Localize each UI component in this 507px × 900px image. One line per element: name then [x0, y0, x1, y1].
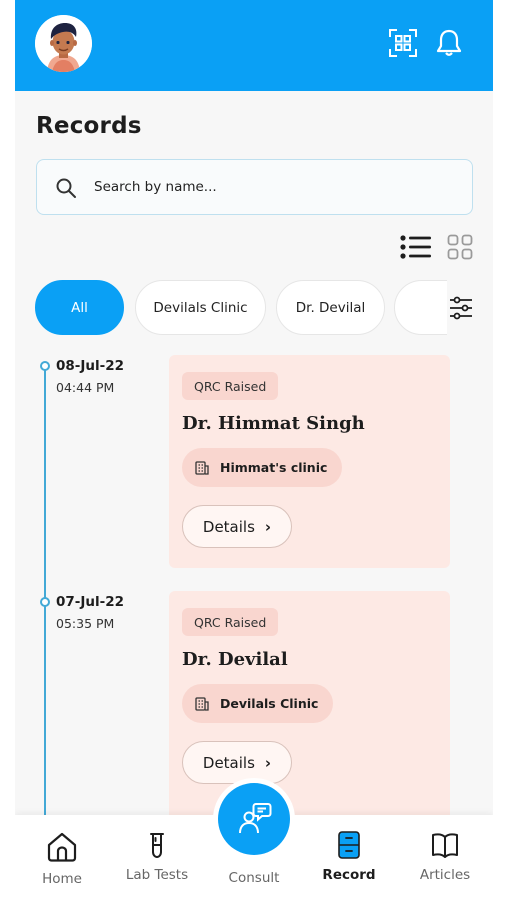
clinic-name: Himmat's clinic: [220, 460, 328, 475]
record-date: 07-Jul-22: [56, 594, 125, 610]
details-button[interactable]: Details ›: [182, 505, 292, 548]
chip-all[interactable]: All: [35, 280, 124, 335]
user-avatar[interactable]: [35, 15, 92, 72]
record-time: 04:44 PM: [56, 380, 115, 395]
avatar-illustration: [35, 15, 92, 72]
page-title: Records: [36, 113, 142, 139]
home-icon: [47, 832, 77, 862]
search-box[interactable]: [36, 159, 473, 215]
nav-articles-label: Articles: [419, 867, 471, 883]
nav-home-label: Home: [42, 871, 82, 887]
chip-partial[interactable]: [394, 280, 447, 335]
details-label: Details: [202, 517, 255, 536]
book-icon: [432, 833, 458, 858]
consult-chat-icon: [239, 803, 272, 834]
qr-scan-icon[interactable]: [388, 28, 418, 58]
nav-home[interactable]: Home: [22, 831, 102, 887]
clinic-pill[interactable]: Devilals Clinic: [182, 684, 334, 723]
record-time: 05:35 PM: [56, 616, 115, 631]
test-tube-icon: [150, 833, 164, 859]
nav-consult-label: Consult: [228, 870, 280, 886]
clinic-name: Devilals Clinic: [220, 696, 319, 711]
record-icon: [338, 831, 360, 859]
timeline-line: [44, 365, 46, 825]
nav-articles[interactable]: Articles: [405, 831, 485, 883]
record-card[interactable]: QRC Raised Dr. Himmat Singh Himmat's cli…: [169, 355, 450, 568]
doctor-name: Dr. Devilal: [182, 649, 288, 670]
chevron-right-icon: ›: [264, 753, 272, 772]
record-card[interactable]: QRC Raised Dr. Devilal Devilals Clinic D…: [169, 591, 450, 831]
bell-icon[interactable]: [434, 28, 464, 58]
nav-record-label: Record: [322, 867, 376, 883]
details-button[interactable]: Details ›: [182, 741, 292, 784]
timeline-dot: [40, 597, 50, 607]
record-date: 08-Jul-22: [56, 358, 125, 374]
status-badge: QRC Raised: [182, 372, 279, 400]
search-input[interactable]: [94, 172, 454, 202]
sliders-icon[interactable]: [449, 296, 473, 320]
grid-view-icon[interactable]: [447, 234, 473, 260]
nav-lab-tests-label: Lab Tests: [125, 867, 189, 883]
building-icon: [195, 460, 209, 475]
chip-dr-devilal[interactable]: Dr. Devilal: [276, 280, 385, 335]
clinic-pill[interactable]: Himmat's clinic: [182, 448, 343, 487]
list-view-icon[interactable]: [400, 234, 432, 260]
search-icon: [56, 178, 76, 198]
filter-chips: All Devilals Clinic Dr. Devilal: [35, 280, 447, 336]
nav-lab-tests[interactable]: Lab Tests: [117, 831, 197, 883]
chevron-right-icon: ›: [264, 517, 272, 536]
details-label: Details: [202, 753, 255, 772]
records-screen: Records All Devilals Clinic Dr. Devilal: [15, 0, 493, 900]
status-badge: QRC Raised: [182, 608, 279, 636]
top-header: [15, 0, 493, 91]
chip-devilals-clinic[interactable]: Devilals Clinic: [135, 280, 266, 335]
doctor-name: Dr. Himmat Singh: [182, 413, 365, 434]
nav-record[interactable]: Record: [309, 831, 389, 883]
consult-button[interactable]: [218, 783, 290, 855]
building-icon: [195, 696, 209, 711]
timeline-dot: [40, 361, 50, 371]
